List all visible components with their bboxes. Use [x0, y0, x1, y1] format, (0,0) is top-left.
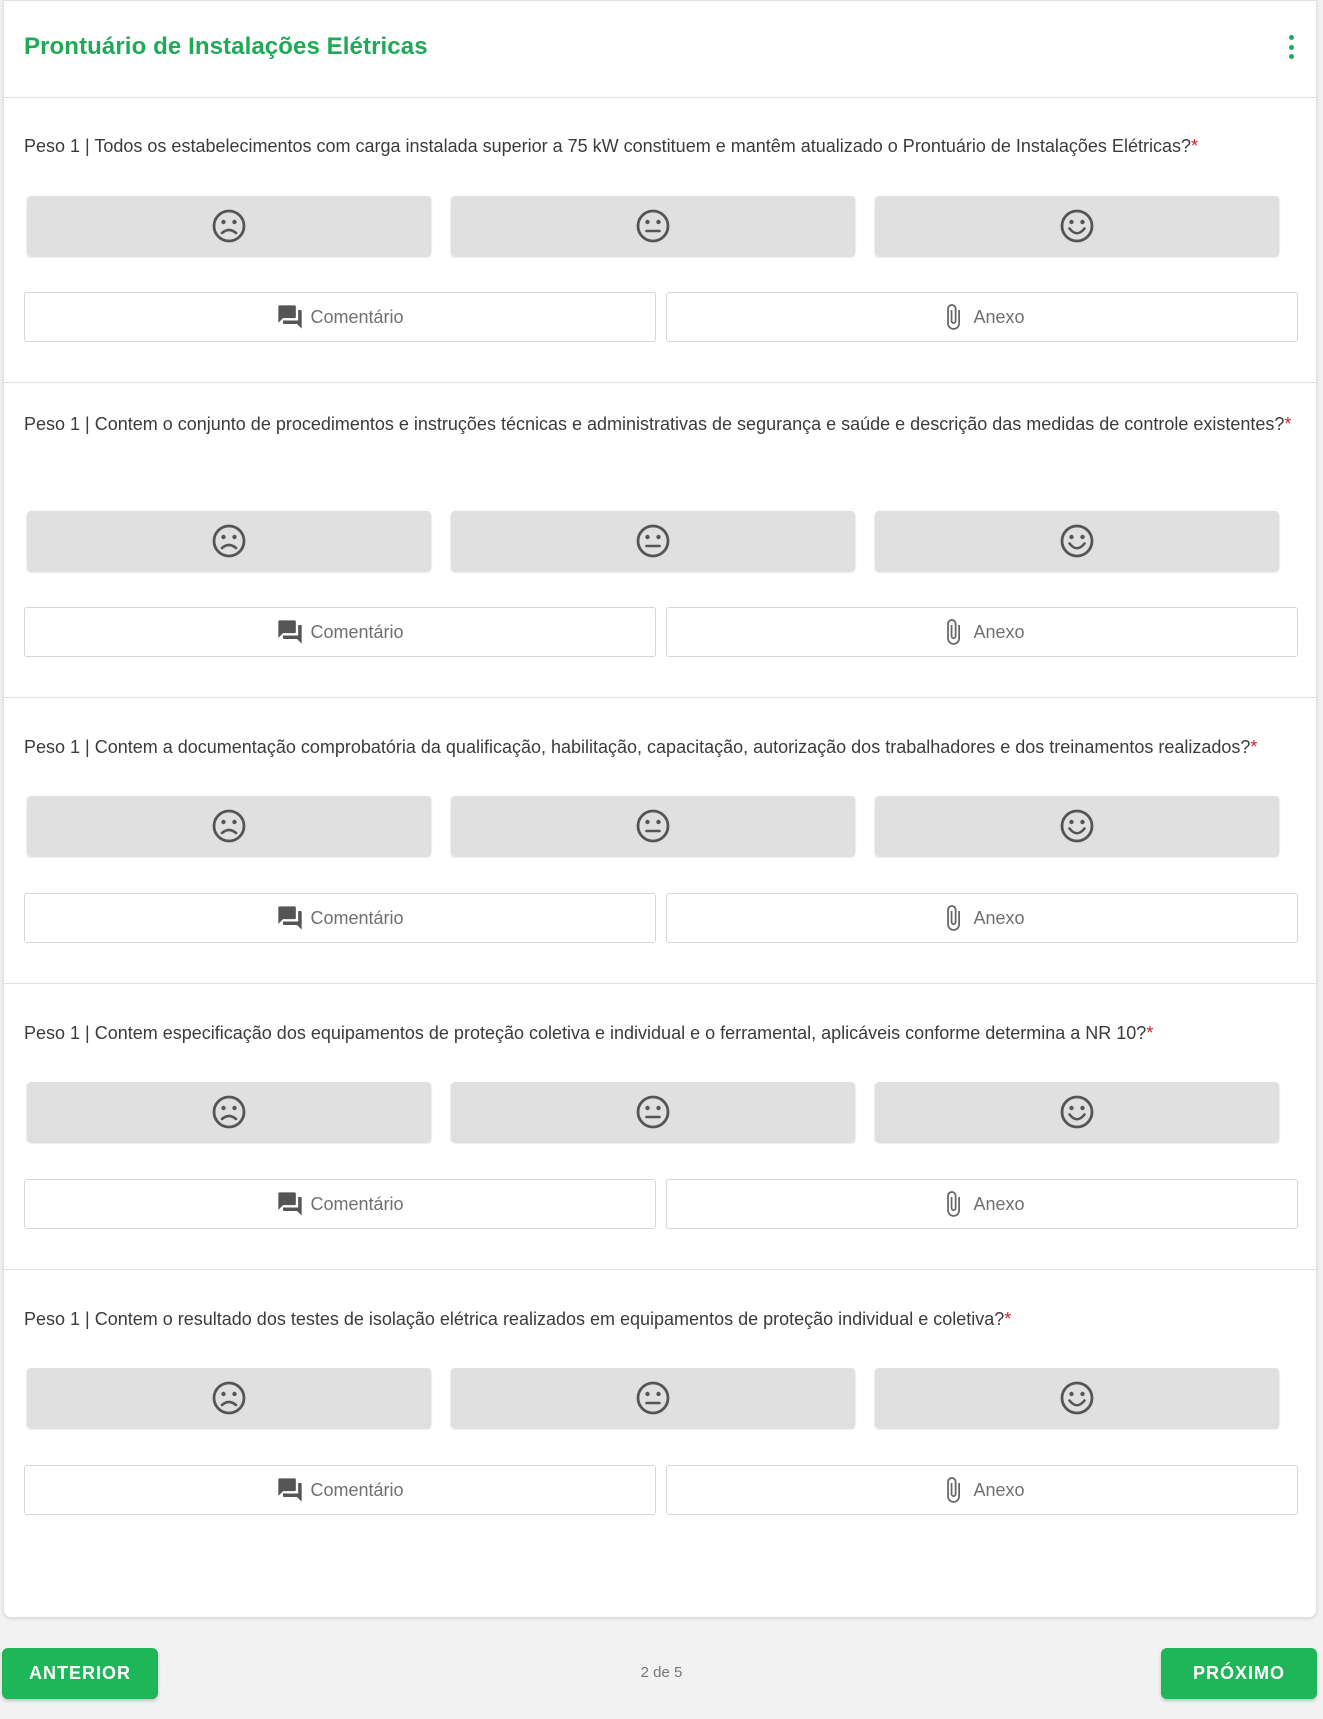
form-card: Prontuário de Instalações Elétricas Peso…: [3, 0, 1317, 1618]
sad-face-icon: [211, 523, 247, 559]
happy-face-icon: [1059, 523, 1095, 559]
neutral-face-icon: [635, 1094, 671, 1130]
comment-label: Comentário: [310, 1479, 404, 1500]
neutral-face-icon: [635, 523, 671, 559]
comment-icon: [276, 1190, 304, 1218]
comment-label: Comentário: [310, 306, 404, 327]
paperclip-icon: [939, 618, 967, 646]
question-label: Peso 1 | Contem o conjunto de procedimen…: [24, 414, 1285, 434]
comment-button[interactable]: Comentário: [24, 893, 656, 943]
question-text: Peso 1 | Contem o conjunto de procedimen…: [24, 410, 1296, 439]
card-header: Prontuário de Instalações Elétricas: [4, 1, 1316, 98]
question-text: Peso 1 | Todos os estabelecimentos com c…: [24, 132, 1296, 161]
required-marker: *: [1004, 1309, 1012, 1329]
attach-button[interactable]: Anexo: [666, 607, 1298, 657]
sad-face-icon: [211, 1380, 247, 1416]
rating-bad-button[interactable]: [27, 1082, 431, 1142]
comment-button[interactable]: Comentário: [24, 1465, 656, 1515]
rating-neutral-button[interactable]: [451, 796, 855, 856]
comment-button[interactable]: Comentário: [24, 1179, 656, 1229]
attach-button[interactable]: Anexo: [666, 292, 1298, 342]
question-text: Peso 1 | Contem especificação dos equipa…: [24, 1019, 1296, 1048]
comment-button[interactable]: Comentário: [24, 292, 656, 342]
comment-label: Comentário: [310, 907, 404, 928]
attach-button[interactable]: Anexo: [666, 1465, 1298, 1515]
required-marker: *: [1190, 136, 1198, 156]
page-title: Prontuário de Instalações Elétricas: [24, 33, 428, 60]
rating-neutral-button[interactable]: [451, 1082, 855, 1142]
paperclip-icon: [939, 1190, 967, 1218]
question-text: Peso 1 | Contem o resultado dos testes d…: [24, 1305, 1296, 1334]
required-marker: *: [1284, 414, 1292, 434]
question-section: Peso 1 | Contem o resultado dos testes d…: [4, 1270, 1316, 1619]
comment-icon: [276, 1476, 304, 1504]
attach-button[interactable]: Anexo: [666, 1179, 1298, 1229]
page-indicator: 2 de 5: [640, 1664, 683, 1681]
question-label: Peso 1 | Contem especificação dos equipa…: [24, 1023, 1147, 1043]
rating-good-button[interactable]: [875, 1082, 1279, 1142]
question-section: Peso 1 | Contem o conjunto de procedimen…: [4, 383, 1316, 698]
rating-neutral-button[interactable]: [451, 196, 855, 256]
rating-good-button[interactable]: [875, 796, 1279, 856]
question-text: Peso 1 | Contem a documentação comprobat…: [24, 733, 1296, 762]
sad-face-icon: [211, 808, 247, 844]
required-marker: *: [1250, 737, 1258, 757]
question-label: Peso 1 | Contem a documentação comprobat…: [24, 737, 1251, 757]
attach-label: Anexo: [973, 1479, 1025, 1500]
rating-bad-button[interactable]: [27, 796, 431, 856]
attach-label: Anexo: [973, 1193, 1025, 1214]
next-button[interactable]: PRÓXIMO: [1161, 1648, 1317, 1699]
comment-label: Comentário: [310, 1193, 404, 1214]
attach-label: Anexo: [973, 306, 1025, 327]
comment-icon: [276, 618, 304, 646]
rating-bad-button[interactable]: [27, 196, 431, 256]
sad-face-icon: [211, 1094, 247, 1130]
attach-label: Anexo: [973, 621, 1025, 642]
rating-bad-button[interactable]: [27, 511, 431, 571]
neutral-face-icon: [635, 808, 671, 844]
more-vert-icon[interactable]: [1286, 35, 1296, 59]
happy-face-icon: [1059, 1094, 1095, 1130]
happy-face-icon: [1059, 808, 1095, 844]
sad-face-icon: [211, 208, 247, 244]
rating-neutral-button[interactable]: [451, 511, 855, 571]
rating-good-button[interactable]: [875, 511, 1279, 571]
happy-face-icon: [1059, 208, 1095, 244]
paperclip-icon: [939, 904, 967, 932]
comment-icon: [276, 904, 304, 932]
attach-button[interactable]: Anexo: [666, 893, 1298, 943]
question-section: Peso 1 | Todos os estabelecimentos com c…: [4, 98, 1316, 383]
comment-button[interactable]: Comentário: [24, 607, 656, 657]
question-label: Peso 1 | Contem o resultado dos testes d…: [24, 1309, 1005, 1329]
question-section: Peso 1 | Contem a documentação comprobat…: [4, 698, 1316, 984]
paperclip-icon: [939, 1476, 967, 1504]
neutral-face-icon: [635, 208, 671, 244]
happy-face-icon: [1059, 1380, 1095, 1416]
required-marker: *: [1146, 1023, 1154, 1043]
rating-bad-button[interactable]: [27, 1368, 431, 1428]
paperclip-icon: [939, 303, 967, 331]
comment-label: Comentário: [310, 621, 404, 642]
rating-neutral-button[interactable]: [451, 1368, 855, 1428]
comment-icon: [276, 303, 304, 331]
attach-label: Anexo: [973, 907, 1025, 928]
rating-good-button[interactable]: [875, 1368, 1279, 1428]
question-label: Peso 1 | Todos os estabelecimentos com c…: [24, 136, 1191, 156]
question-section: Peso 1 | Contem especificação dos equipa…: [4, 984, 1316, 1270]
neutral-face-icon: [635, 1380, 671, 1416]
rating-good-button[interactable]: [875, 196, 1279, 256]
